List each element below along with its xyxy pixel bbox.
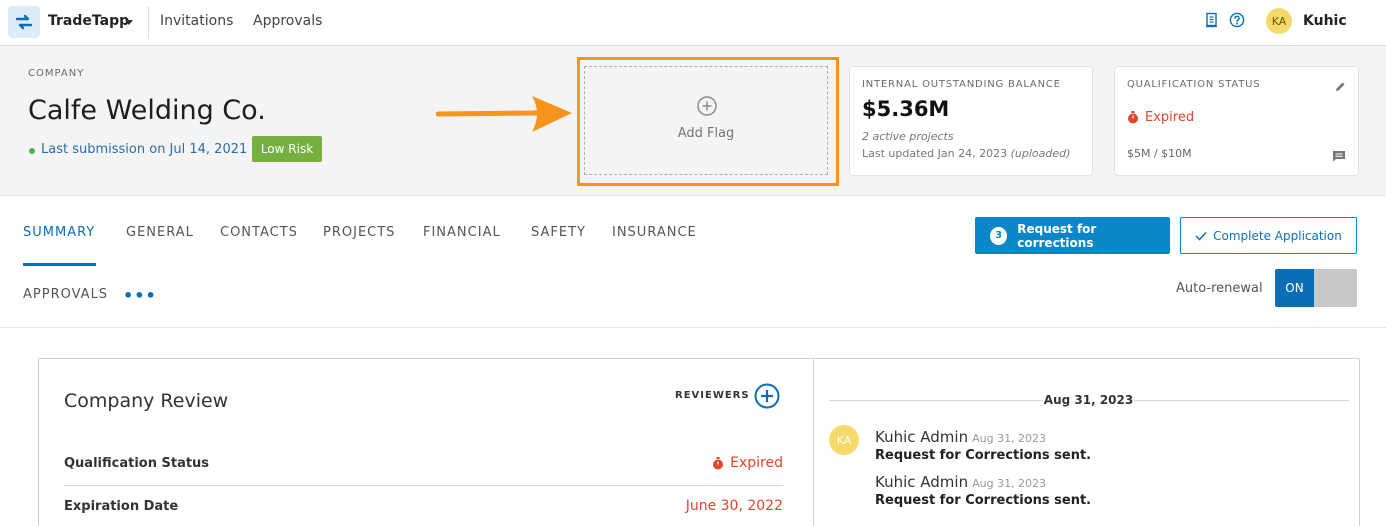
company-label: COMPANY (28, 68, 85, 79)
tab-projects[interactable]: PROJECTS (323, 225, 395, 240)
active-tab-indicator (23, 263, 96, 266)
toggle-on-label: ON (1275, 269, 1314, 307)
date-separator-line (1134, 400, 1349, 401)
qualification-label: QUALIFICATION STATUS (1127, 79, 1261, 90)
activity-author-name: Kuhic Admin (875, 428, 969, 446)
status-dot-icon (29, 148, 35, 154)
nav-link-invitations[interactable]: Invitations (160, 13, 233, 29)
caret-down-icon[interactable] (125, 20, 133, 25)
tab-summary[interactable]: SUMMARY (23, 225, 95, 240)
active-projects: 2 active projects (862, 130, 954, 143)
qualification-range: $5M / $10M (1127, 147, 1192, 160)
activity-avatar: KA (829, 425, 859, 455)
add-reviewer-icon[interactable] (754, 383, 780, 413)
comment-icon[interactable] (1332, 147, 1346, 166)
qualification-status-text: Expired (1145, 110, 1195, 125)
activity-author: Kuhic Admin Aug 31, 2023 (875, 473, 1046, 491)
qualification-status-row-value: Expired (712, 455, 783, 471)
activity-message: Request for Corrections sent. (875, 493, 1092, 508)
plus-circle-icon (696, 95, 718, 121)
top-navigation: TradeTapp Invitations Approvals KA Kuhic (0, 0, 1386, 46)
tab-safety[interactable]: SAFETY (531, 225, 586, 240)
row-divider (64, 485, 783, 486)
request-corrections-label: Request for corrections (1017, 221, 1097, 250)
qualification-status-row-label: Qualification Status (64, 456, 210, 471)
stopwatch-icon (1128, 111, 1138, 124)
pencil-icon[interactable] (1335, 77, 1346, 96)
activity-timestamp: Aug 31, 2023 (972, 432, 1047, 445)
qualification-status-card: QUALIFICATION STATUS Expired $5M / $10M (1114, 66, 1359, 176)
tab-financial[interactable]: FINANCIAL (423, 225, 501, 240)
nav-link-approvals[interactable]: Approvals (253, 13, 322, 29)
balance-updated-date: Last updated Jan 24, 2023 (862, 147, 1008, 160)
expiration-date-row-label: Expiration Date (64, 499, 179, 514)
expiration-date-value: June 30, 2022 (685, 498, 783, 514)
auto-renewal-label: Auto-renewal (1176, 281, 1263, 296)
request-corrections-button[interactable]: 3 Request for corrections (975, 217, 1170, 254)
help-icon[interactable] (1229, 12, 1245, 32)
company-review-title: Company Review (64, 390, 229, 412)
qualification-status: Expired (1127, 110, 1194, 125)
activity-author: Kuhic Admin Aug 31, 2023 (875, 428, 1046, 446)
company-review-panel: Company Review REVIEWERS Qualification S… (38, 358, 1360, 526)
request-count-badge: 3 (990, 226, 1008, 245)
complete-application-label: Complete Application (1213, 228, 1342, 243)
add-flag-highlight: Add Flag (577, 57, 839, 186)
company-name: Calfe Welding Co. (28, 95, 266, 126)
tab-insurance[interactable]: INSURANCE (612, 225, 697, 240)
add-flag-label: Add Flag (677, 126, 735, 141)
more-tabs-button[interactable]: ••• (123, 286, 157, 305)
app-switcher[interactable]: TradeTapp (48, 13, 129, 29)
balance-updated-note: (uploaded) (1010, 147, 1071, 160)
auto-renewal-toggle[interactable]: ON (1275, 269, 1357, 307)
tab-general[interactable]: GENERAL (126, 225, 194, 240)
document-icon[interactable] (1205, 12, 1219, 32)
complete-application-button[interactable]: Complete Application (1180, 217, 1357, 254)
highlight-arrow-icon (436, 96, 572, 132)
activity-message: Request for Corrections sent. (875, 448, 1092, 463)
qualification-status-value-text: Expired (730, 455, 783, 471)
tradetapp-logo-icon[interactable] (8, 6, 40, 38)
activity-author-name: Kuhic Admin (875, 473, 969, 491)
date-separator-line (829, 400, 1043, 401)
tab-contacts[interactable]: CONTACTS (220, 225, 298, 240)
risk-badge: Low Risk (252, 136, 322, 162)
balance-updated: Last updated Jan 24, 2023 (uploaded) (862, 147, 1070, 160)
tabs-divider (0, 327, 1386, 328)
panel-divider (813, 359, 814, 526)
outstanding-balance-card: INTERNAL OUTSTANDING BALANCE $5.36M 2 ac… (849, 66, 1093, 176)
activity-timestamp: Aug 31, 2023 (972, 477, 1047, 490)
user-name[interactable]: Kuhic (1303, 13, 1347, 29)
last-submission-link[interactable]: Last submission on Jul 14, 2021 (41, 142, 247, 157)
user-avatar[interactable]: KA (1266, 8, 1292, 34)
stopwatch-icon (713, 456, 724, 469)
balance-value: $5.36M (862, 97, 950, 121)
nav-divider (148, 6, 149, 38)
reviewers-label: REVIEWERS (675, 390, 750, 401)
tab-approvals[interactable]: APPROVALS (23, 287, 108, 302)
check-icon (1195, 231, 1207, 241)
balance-label: INTERNAL OUTSTANDING BALANCE (862, 79, 1061, 90)
activity-date-separator: Aug 31, 2023 (1043, 393, 1134, 407)
add-flag-button[interactable]: Add Flag (584, 66, 828, 175)
